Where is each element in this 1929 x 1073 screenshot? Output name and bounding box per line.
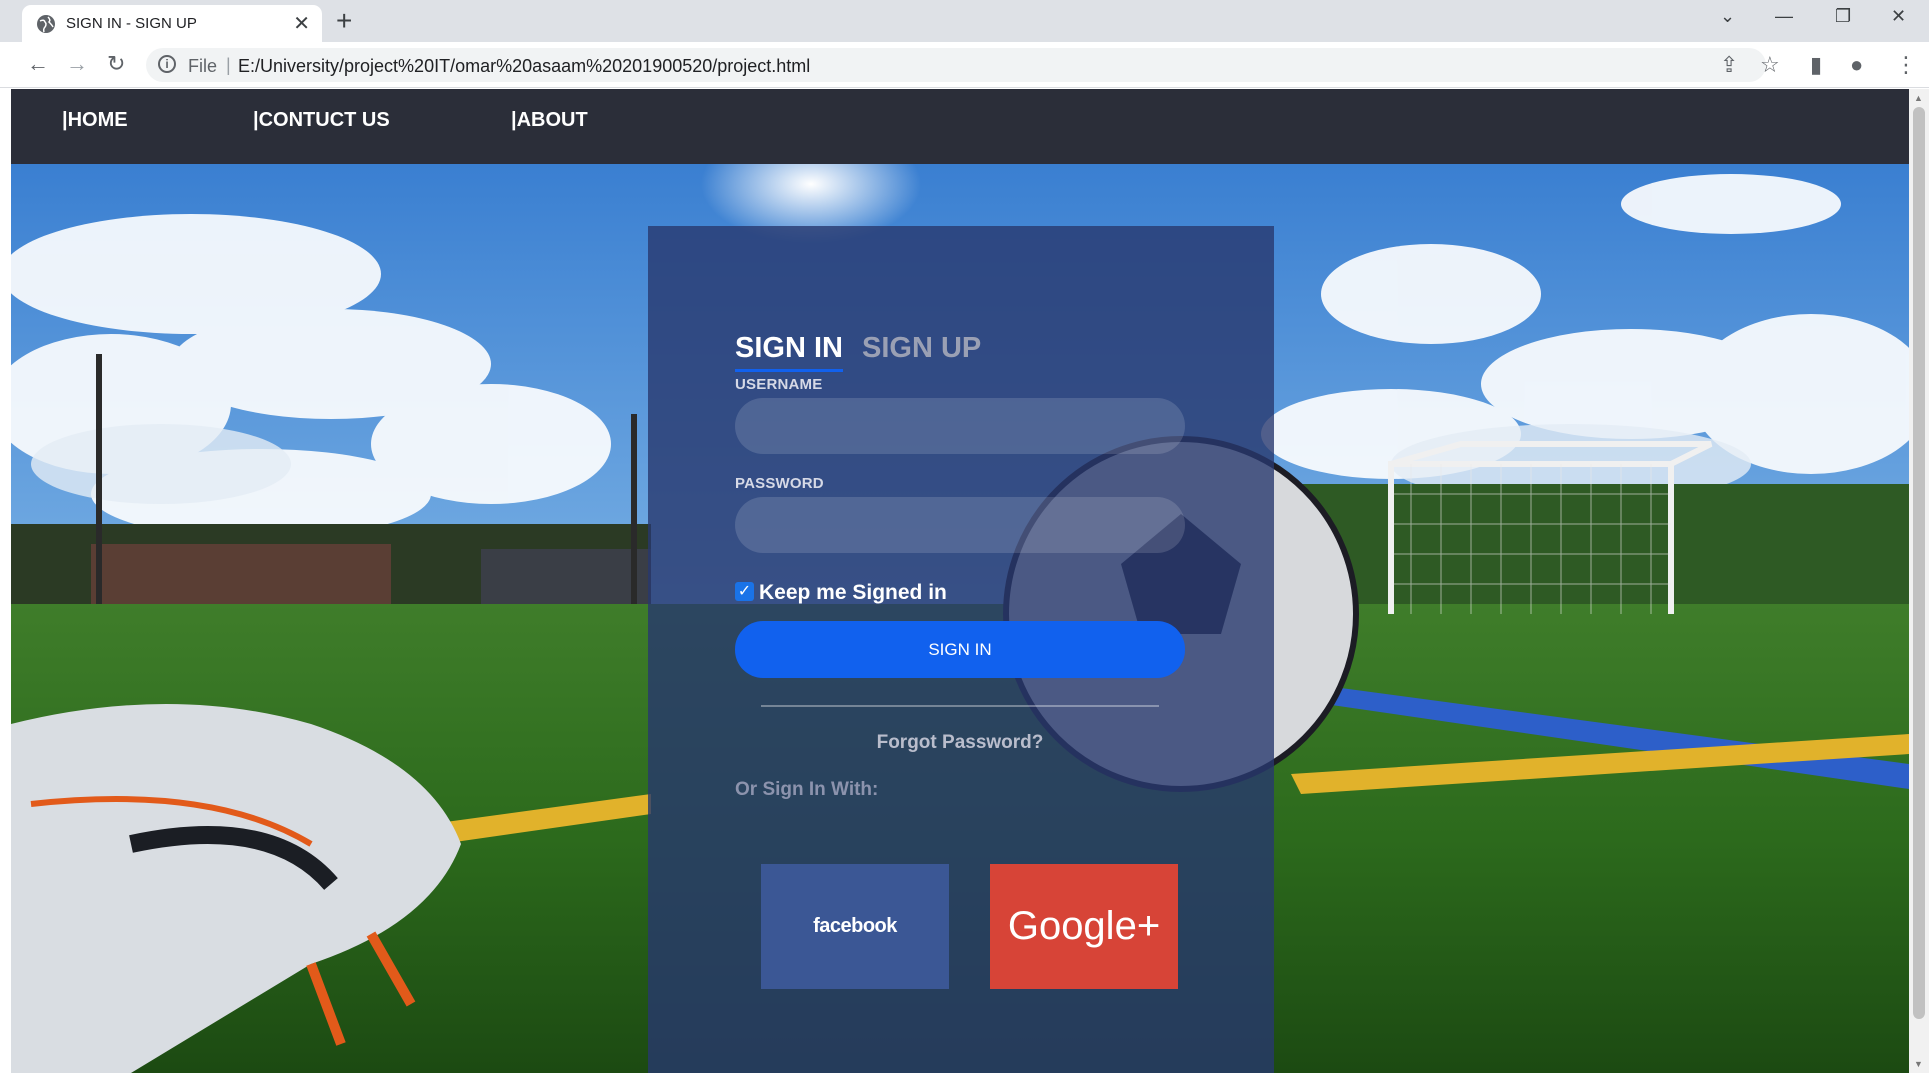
back-icon[interactable]: ← xyxy=(27,51,49,77)
minimize-icon[interactable]: — xyxy=(1775,6,1793,27)
password-field[interactable] xyxy=(735,497,1185,553)
browser-toolbar: ← → ↻ i File | E:/University/project%20I… xyxy=(0,42,1929,88)
tab-signup[interactable]: SIGN UP xyxy=(862,332,981,365)
browser-tab[interactable]: SIGN IN - SIGN UP ✕ xyxy=(22,5,322,42)
nav-link-home[interactable]: |HOME xyxy=(62,109,128,132)
nav-link-contact[interactable]: |CONTUCT US xyxy=(253,109,390,132)
info-icon[interactable]: i xyxy=(158,55,176,73)
login-panel: SIGN IN SIGN UP USERNAME PASSWORD ✓ Keep… xyxy=(648,226,1274,1073)
profile-icon[interactable]: ● xyxy=(1850,52,1863,78)
signin-button[interactable]: SIGN IN xyxy=(735,621,1185,678)
forgot-password-link[interactable]: Forgot Password? xyxy=(735,732,1185,754)
tab-signin[interactable]: SIGN IN xyxy=(735,332,843,372)
page-scrollbar[interactable]: ▲ ▼ xyxy=(1909,89,1929,1073)
tab-title: SIGN IN - SIGN UP xyxy=(66,15,197,32)
forward-icon[interactable]: → xyxy=(66,51,88,77)
google-login-button[interactable]: Google+ xyxy=(990,864,1178,989)
divider xyxy=(761,705,1159,707)
scroll-up-icon[interactable]: ▲ xyxy=(1914,93,1923,103)
restore-icon[interactable]: ❐ xyxy=(1835,6,1851,27)
reload-icon[interactable]: ↻ xyxy=(107,51,125,77)
url-separator: | xyxy=(226,55,231,75)
url-scheme: File xyxy=(188,56,218,76)
checkmark-icon: ✓ xyxy=(737,583,752,600)
scroll-down-icon[interactable]: ▼ xyxy=(1914,1059,1923,1069)
browser-tabstrip: SIGN IN - SIGN UP ✕ + ⌄ — ❐ ✕ xyxy=(0,0,1929,42)
address-bar[interactable]: i File | E:/University/project%20IT/omar… xyxy=(146,48,1766,82)
plus-icon[interactable]: + xyxy=(336,5,352,37)
menu-icon[interactable]: ⋮ xyxy=(1895,52,1917,78)
scrollbar-thumb[interactable] xyxy=(1913,107,1925,1019)
star-icon[interactable]: ☆ xyxy=(1760,52,1780,78)
keep-signed-in-label[interactable]: Keep me Signed in xyxy=(759,581,947,605)
nav-link-about[interactable]: |ABOUT xyxy=(511,109,588,132)
username-field[interactable] xyxy=(735,398,1185,454)
page-viewport: |HOME |CONTUCT US |ABOUT SIGN IN SIGN UP… xyxy=(11,89,1909,1073)
username-label: USERNAME xyxy=(735,376,823,393)
or-sign-in-with-text: Or Sign In With: xyxy=(735,779,879,800)
close-icon[interactable]: ✕ xyxy=(293,11,310,36)
password-label: PASSWORD xyxy=(735,475,824,492)
facebook-login-button[interactable]: facebook xyxy=(761,864,949,989)
chevron-down-icon[interactable]: ⌄ xyxy=(1720,6,1735,27)
share-icon[interactable]: ⇪ xyxy=(1720,52,1738,78)
keep-signed-in-checkbox[interactable]: ✓ xyxy=(735,582,754,601)
url-text[interactable]: E:/University/project%20IT/omar%20asaam%… xyxy=(238,56,810,77)
window-close-icon[interactable]: ✕ xyxy=(1891,6,1906,27)
sidepanel-icon[interactable]: ▮ xyxy=(1810,52,1822,78)
site-navbar: |HOME |CONTUCT US |ABOUT xyxy=(11,89,1909,164)
globe-icon xyxy=(37,15,55,33)
